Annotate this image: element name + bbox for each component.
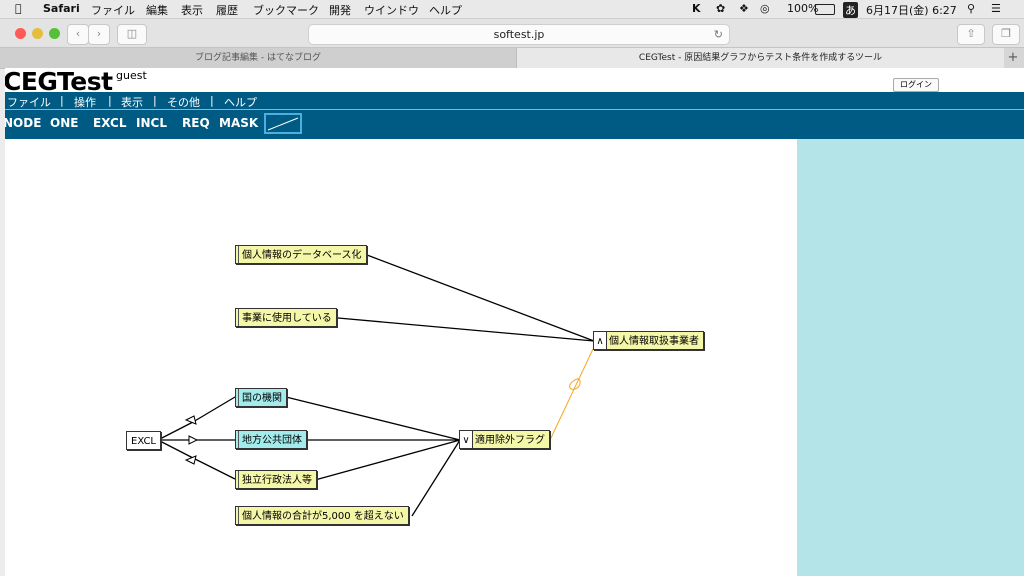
sidebar-toggle-icon[interactable]: ◫ [117, 24, 147, 45]
tool-excl[interactable]: EXCL [93, 116, 126, 130]
reload-icon[interactable]: ↻ [714, 25, 723, 44]
edge-n2-n3[interactable] [337, 317, 595, 342]
tabs-overview-icon[interactable]: ❐ [992, 24, 1020, 45]
and-operator-icon: ∧ [594, 332, 607, 349]
ime-indicator[interactable]: あ [843, 2, 858, 18]
excl-arrow-icon [188, 435, 199, 445]
effect-node-handler[interactable]: ∧ 個人情報取扱事業者 [593, 331, 704, 350]
menubar-window[interactable]: ウインドウ [364, 2, 419, 18]
minimize-window-icon[interactable] [32, 28, 43, 39]
close-window-icon[interactable] [15, 28, 26, 39]
menu-help[interactable]: ヘルプ [224, 94, 257, 110]
menu-separator: | [60, 94, 64, 107]
mask-edge[interactable] [549, 348, 594, 441]
extension-icon[interactable]: ✿ [716, 2, 725, 15]
url-text: softest.jp [493, 28, 545, 41]
cause-node-under-5000[interactable]: 個人情報の合計が5,000 を超えない [235, 506, 409, 525]
or-operator-icon: ∨ [460, 431, 473, 448]
spotlight-icon[interactable]: ⚲ [967, 2, 975, 15]
menu-view[interactable]: 表示 [121, 94, 143, 110]
dropbox-icon[interactable]: ❖ [739, 2, 749, 15]
tool-one[interactable]: ONE [50, 116, 78, 130]
back-icon[interactable]: ‹ [67, 24, 89, 45]
tool-node[interactable]: NODE [5, 116, 41, 130]
k-app-icon[interactable]: K [692, 2, 701, 15]
current-user: guest [116, 69, 147, 82]
battery-percent: 100% [787, 2, 819, 15]
battery-icon[interactable] [815, 4, 835, 15]
tool-incl[interactable]: INCL [136, 116, 167, 130]
edge-line-icon [267, 117, 299, 131]
menubar-history[interactable]: 履歴 [216, 2, 238, 18]
forward-icon[interactable]: › [88, 24, 110, 45]
edge-n4-n8[interactable] [285, 396, 461, 441]
graph-canvas[interactable]: 個人情報のデータベース化 事業に使用している ∧ 個人情報取扱事業者 国の機関 … [5, 139, 797, 576]
web-page: CEGTest guest ログイン ファイル | 操作 | 表示 | その他 … [5, 68, 1024, 576]
wifi-icon[interactable]: ◎ [760, 2, 770, 15]
menu-other[interactable]: その他 [167, 94, 200, 110]
edge-n1-n3[interactable] [366, 254, 595, 342]
cause-node-national-agency[interactable]: 国の機関 [235, 388, 287, 407]
cause-node-business-use[interactable]: 事業に使用している [235, 308, 337, 327]
menubar-edit[interactable]: 編集 [146, 2, 168, 18]
cause-node-local-government[interactable]: 地方公共団体 [235, 430, 307, 449]
node-label: 個人情報取扱事業者 [609, 336, 699, 347]
browser-toolbar: ‹ › ◫ softest.jp ↻ ⇧ ❐ [0, 19, 1024, 47]
tab-hatena-blog[interactable]: ブログ記事編集 - はてなブログ [0, 48, 517, 68]
menu-separator: | [108, 94, 112, 107]
menubar-bookmarks[interactable]: ブックマーク [253, 2, 319, 18]
menubar-help[interactable]: ヘルプ [429, 2, 462, 18]
menubar-view[interactable]: 表示 [181, 2, 203, 18]
menubar-clock[interactable]: 6月17日(金) 6:27 [866, 2, 957, 18]
excl-edge-n4[interactable] [192, 396, 236, 423]
cause-node-independent-corp[interactable]: 独立行政法人等 [235, 470, 317, 489]
cause-node-database[interactable]: 個人情報のデータベース化 [235, 245, 367, 264]
tool-palette: NODE ONE EXCL INCL REQ MASK [5, 110, 1024, 139]
effect-node-exemption-flag[interactable]: ∨ 適用除外フラグ [459, 430, 550, 449]
tool-req[interactable]: REQ [182, 116, 210, 130]
tab-cegtest[interactable]: CEGTest - 原因結果グラフからテスト条件を作成するツール [517, 48, 1004, 68]
property-panel[interactable] [797, 139, 1024, 576]
apple-icon[interactable]:  [15, 2, 22, 15]
excl-constraint-node[interactable]: EXCL [126, 431, 161, 450]
notification-center-icon[interactable]: ☰ [991, 2, 1001, 15]
menu-separator: | [210, 94, 214, 107]
excl-edge-n6[interactable] [192, 457, 236, 480]
login-button[interactable]: ログイン [893, 78, 939, 92]
node-label: 適用除外フラグ [475, 435, 545, 446]
menu-operation[interactable]: 操作 [74, 94, 96, 110]
app-menu-bar: ファイル | 操作 | 表示 | その他 | ヘルプ [5, 92, 1024, 110]
new-tab-button[interactable]: + [1004, 48, 1022, 68]
excl-edge-n6[interactable] [157, 439, 194, 459]
tool-edge[interactable] [264, 113, 302, 134]
menubar-file[interactable]: ファイル [91, 2, 135, 18]
menubar-develop[interactable]: 開発 [329, 2, 351, 18]
tool-mask[interactable]: MASK [219, 116, 258, 130]
excl-edge-n4[interactable] [157, 421, 194, 441]
menu-file[interactable]: ファイル [7, 94, 51, 110]
mac-menubar:  Safari ファイル 編集 表示 履歴 ブックマーク 開発 ウインドウ ヘ… [0, 0, 1024, 19]
zoom-window-icon[interactable] [49, 28, 60, 39]
tab-bar: ブログ記事編集 - はてなブログ CEGTest - 原因結果グラフからテスト条… [0, 47, 1024, 69]
share-icon[interactable]: ⇧ [957, 24, 985, 45]
address-bar[interactable]: softest.jp ↻ [308, 24, 730, 45]
menubar-app-name[interactable]: Safari [43, 2, 80, 15]
menu-separator: | [153, 94, 157, 107]
